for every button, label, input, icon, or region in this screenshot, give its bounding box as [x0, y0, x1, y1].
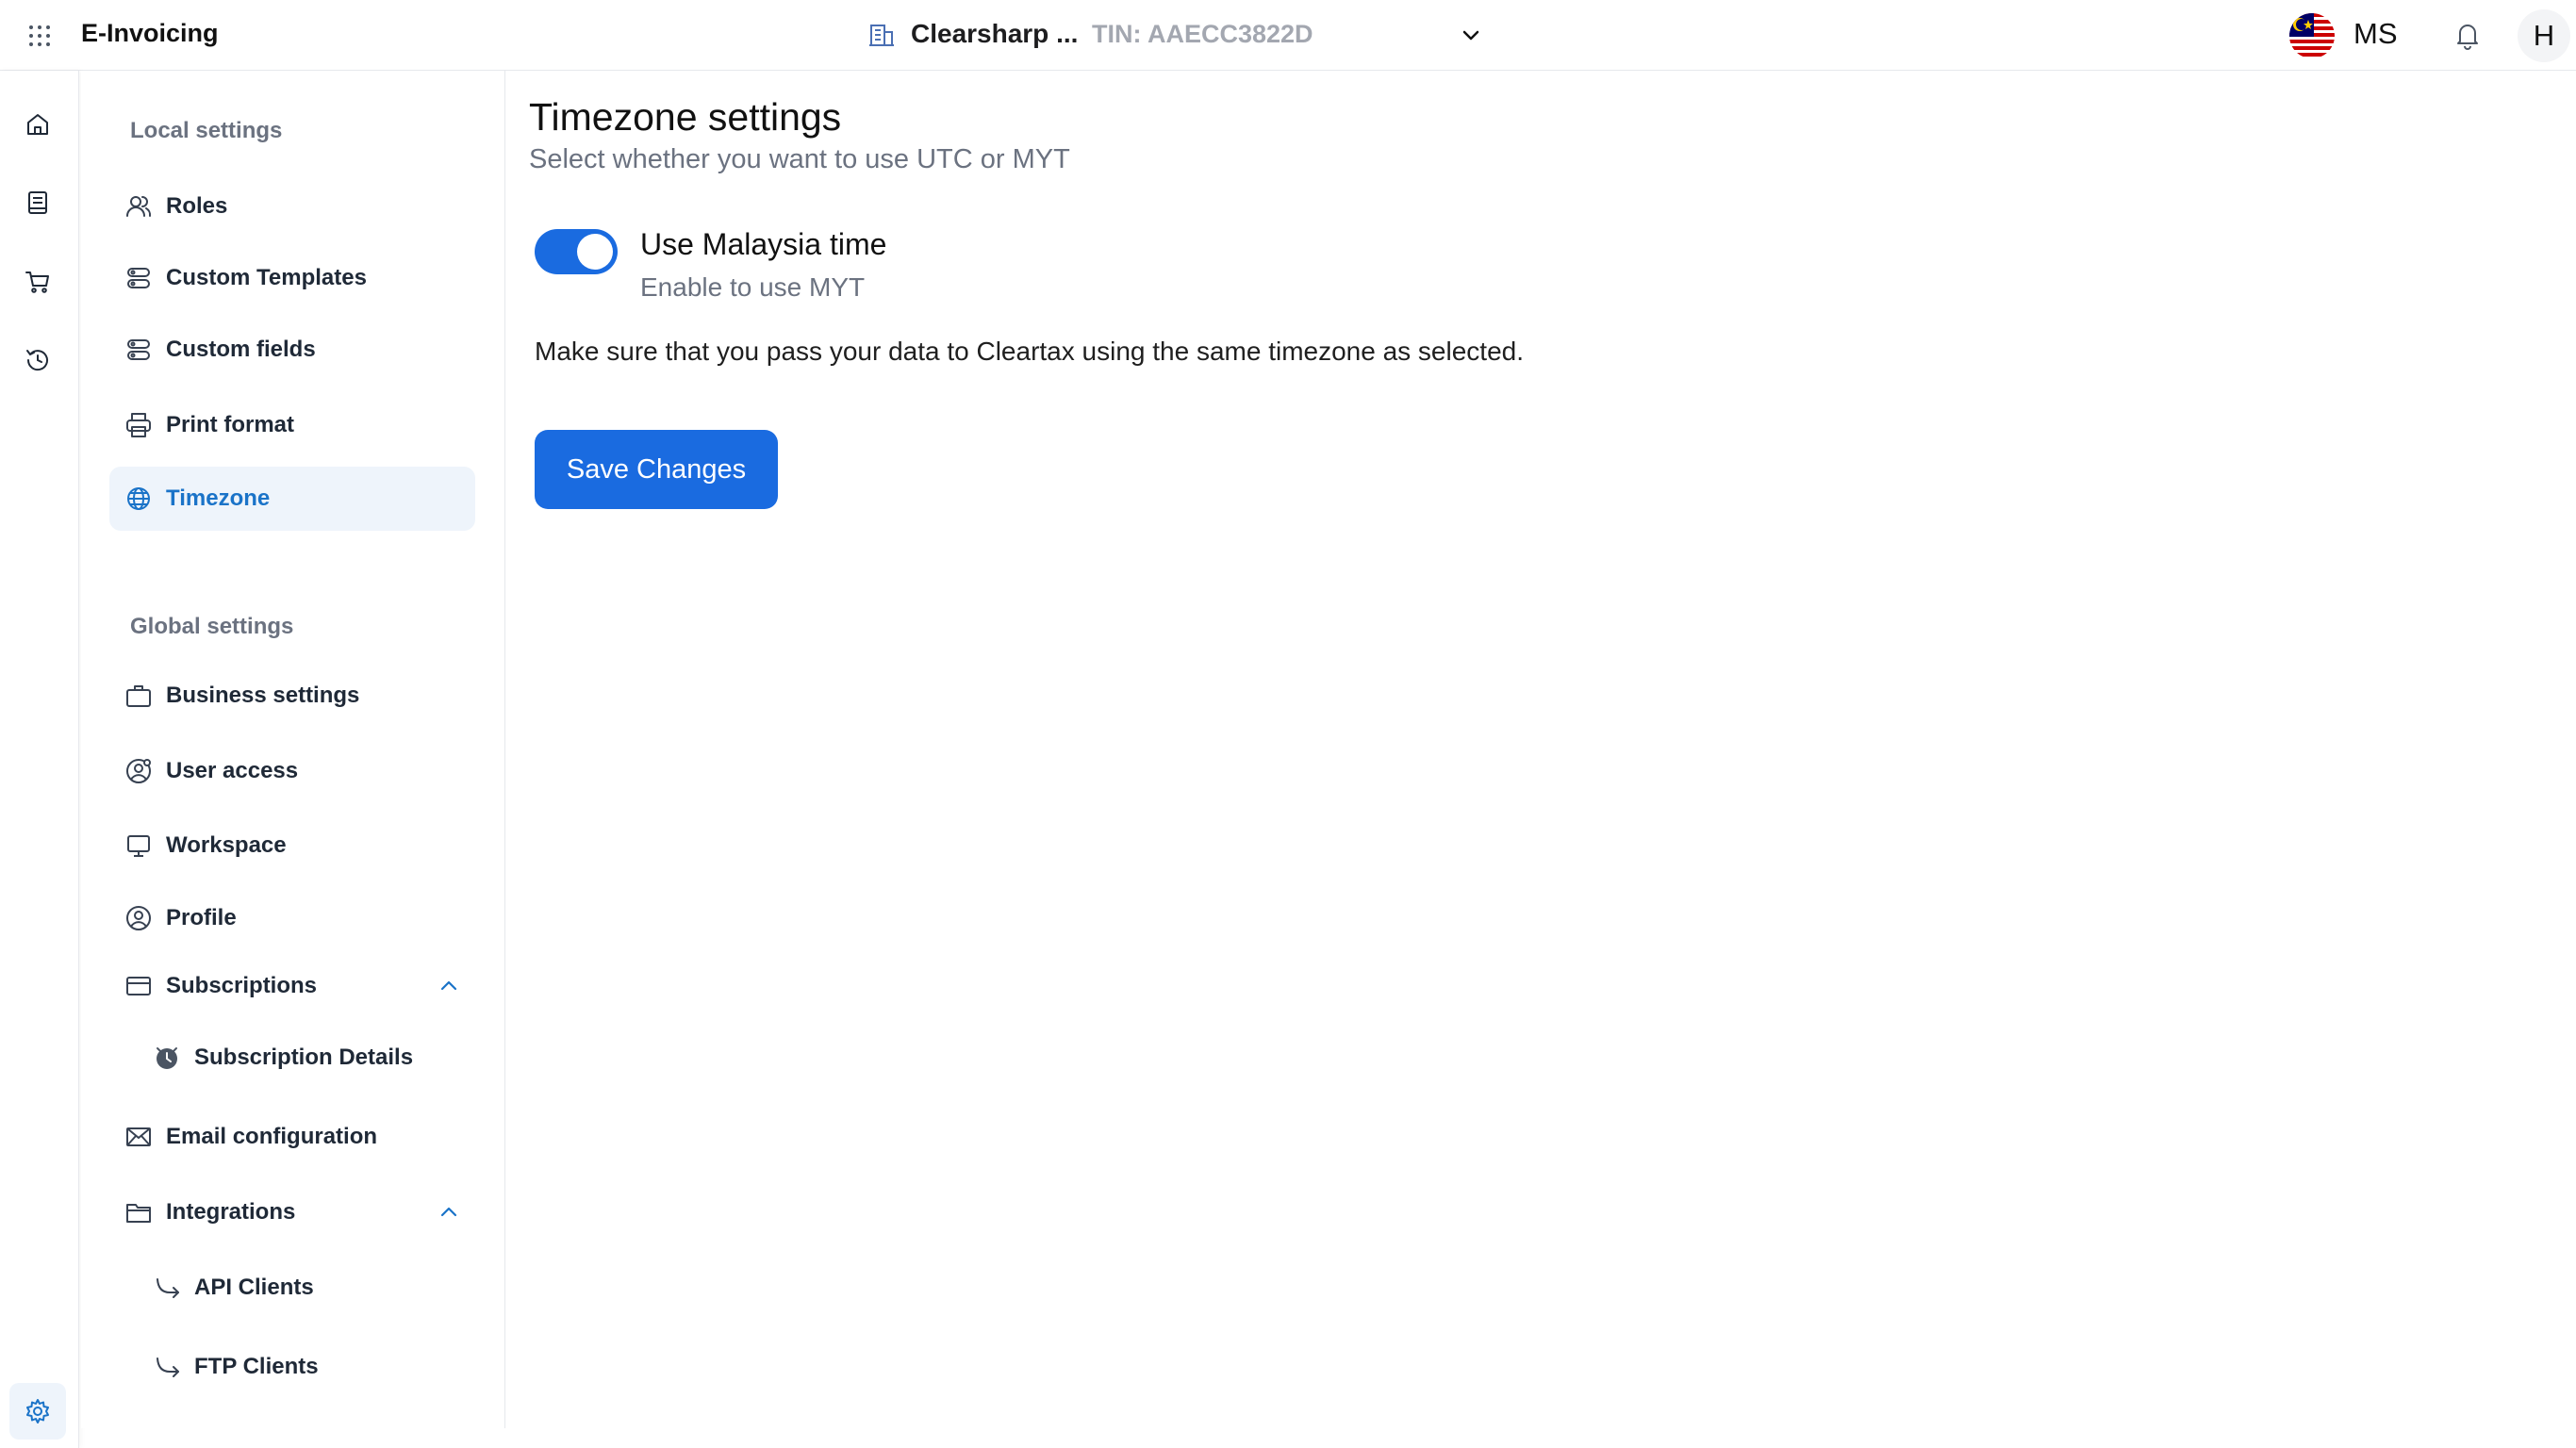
page-subtitle: Select whether you want to use UTC or MY… [529, 144, 1070, 174]
app-title: E-Invoicing [81, 19, 219, 47]
nav-item-label: Custom Templates [166, 265, 367, 290]
settings-nav: Local settings Roles Custom Templates Cu… [81, 71, 505, 1428]
malaysia-flag-icon[interactable] [2289, 13, 2335, 58]
local-settings-heading: Local settings [130, 118, 283, 143]
global-settings-heading: Global settings [130, 614, 294, 639]
nav-item-workspace[interactable]: Workspace [109, 814, 475, 878]
page-title: Timezone settings [529, 95, 842, 139]
globe-icon [123, 483, 155, 515]
printer-icon [123, 409, 155, 441]
toggle-knob [577, 234, 613, 270]
home-icon[interactable] [19, 106, 57, 143]
nav-item-custom-fields[interactable]: Custom fields [109, 318, 475, 382]
nav-item-label: Subscriptions [166, 973, 318, 998]
nav-item-timezone[interactable]: Timezone [109, 467, 475, 531]
timezone-notice: Make sure that you pass your data to Cle… [535, 337, 1525, 366]
nav-item-label: Business settings [166, 683, 360, 708]
book-icon[interactable] [19, 184, 57, 222]
bell-icon[interactable] [2452, 19, 2484, 51]
nav-item-print-format[interactable]: Print format [109, 393, 475, 457]
mail-icon [123, 1121, 155, 1153]
nav-item-label: Print format [166, 412, 295, 437]
apps-grid-icon[interactable] [26, 23, 53, 49]
save-changes-button[interactable]: Save Changes [535, 430, 778, 509]
nav-item-label: Custom fields [166, 337, 316, 362]
nav-item-label: Roles [166, 193, 228, 219]
nav-item-roles[interactable]: Roles [109, 174, 475, 239]
nav-item-business-settings[interactable]: Business settings [109, 664, 475, 728]
organization-tin: TIN: AAECC3822D [1092, 20, 1313, 48]
nav-item-label: API Clients [194, 1275, 314, 1300]
nav-item-label: FTP Clients [194, 1354, 319, 1379]
building-icon [867, 21, 896, 49]
nav-item-label: Workspace [166, 832, 287, 858]
arrow-return-icon [151, 1272, 183, 1304]
nav-item-user-access[interactable]: User access [109, 739, 475, 803]
briefcase-icon [123, 680, 155, 712]
user-avatar[interactable]: H [2518, 9, 2570, 62]
nav-item-subscriptions[interactable]: Subscriptions [109, 954, 475, 1018]
monitor-icon [123, 830, 155, 862]
card-icon [123, 970, 155, 1002]
nav-item-profile[interactable]: Profile [109, 886, 475, 950]
organization-name[interactable]: Clearsharp ... [911, 19, 1078, 49]
nav-item-custom-templates[interactable]: Custom Templates [109, 246, 475, 310]
chevron-up-icon[interactable] [436, 973, 462, 999]
arrow-return-icon [151, 1351, 183, 1383]
main-content: Timezone settings Select whether you wan… [506, 71, 2576, 1448]
toggle-title: Use Malaysia time [640, 227, 887, 261]
nav-item-label: Integrations [166, 1199, 296, 1225]
chevron-up-icon[interactable] [436, 1199, 462, 1226]
folder-icon [123, 1196, 155, 1228]
profile-icon [123, 902, 155, 934]
cart-icon[interactable] [19, 263, 57, 301]
nav-item-label: Profile [166, 905, 237, 930]
nav-item-label: Subscription Details [194, 1045, 414, 1070]
toggle-description: Enable to use MYT [640, 272, 866, 302]
clock-icon [151, 1042, 183, 1074]
nav-item-email-configuration[interactable]: Email configuration [109, 1105, 475, 1169]
users-icon [123, 190, 155, 222]
nav-item-api-clients[interactable]: API Clients [109, 1256, 475, 1320]
template-icon [123, 262, 155, 294]
nav-item-label: User access [166, 758, 299, 783]
chevron-down-icon[interactable] [1458, 23, 1484, 49]
icon-rail [0, 71, 79, 1448]
malaysia-time-toggle[interactable] [535, 229, 618, 274]
fields-icon [123, 334, 155, 366]
top-bar: E-Invoicing Clearsharp ... TIN: AAECC382… [0, 0, 2576, 71]
nav-item-subscription-details[interactable]: Subscription Details [109, 1026, 475, 1090]
nav-item-ftp-clients[interactable]: FTP Clients [109, 1335, 475, 1399]
country-code[interactable]: MS [2353, 17, 2398, 51]
nav-item-integrations[interactable]: Integrations [109, 1180, 475, 1244]
gear-icon[interactable] [9, 1383, 66, 1440]
history-icon[interactable] [19, 341, 57, 379]
nav-item-label: Timezone [166, 485, 271, 511]
user-access-icon [123, 755, 155, 787]
nav-item-label: Email configuration [166, 1124, 378, 1149]
